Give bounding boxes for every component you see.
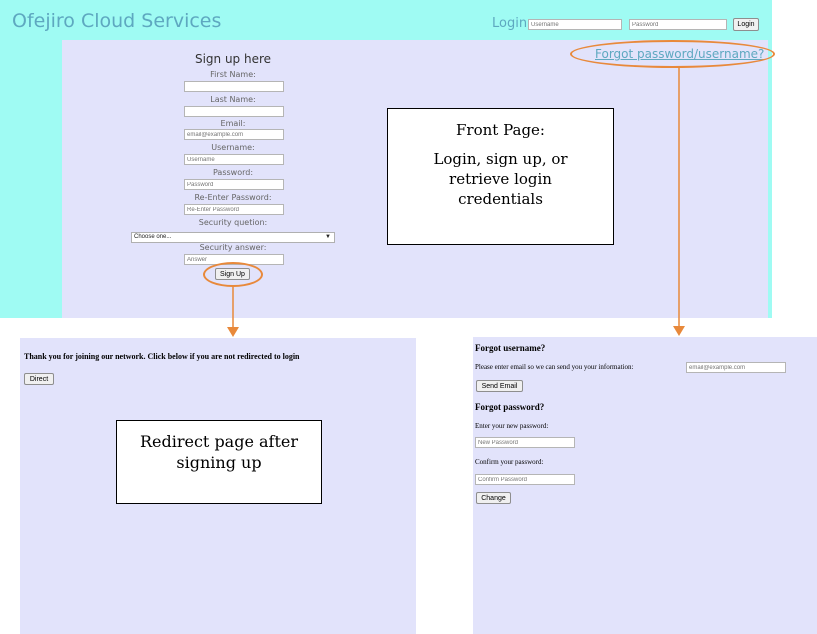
- confirm-password-input[interactable]: [475, 474, 575, 485]
- forgot-password-heading: Forgot password?: [475, 402, 545, 412]
- security-question-value: Choose one...: [134, 234, 172, 240]
- login-password-input[interactable]: [629, 19, 727, 30]
- redirect-callout: Redirect page after signing up: [116, 420, 322, 504]
- login-button[interactable]: Login: [733, 18, 759, 31]
- signup-username-input[interactable]: [184, 154, 284, 165]
- signup-password-input[interactable]: [184, 179, 284, 190]
- redirect-callout-text: Redirect page after signing up: [139, 432, 299, 472]
- dropdown-arrow-icon: ▼: [325, 234, 331, 240]
- change-password-button[interactable]: Change: [476, 492, 511, 504]
- login-label: Login:: [492, 16, 532, 31]
- email-label: Email:: [220, 119, 246, 128]
- redirect-message: Thank you for joining our network. Click…: [24, 352, 300, 361]
- email-prompt: Please enter email so we can send you yo…: [475, 363, 634, 371]
- send-email-button[interactable]: Send Email: [476, 380, 523, 392]
- confirm-password-label: Confirm your password:: [475, 458, 544, 466]
- front-page-callout: Front Page: Login, sign up, or retrieve …: [387, 108, 614, 245]
- site-title: Ofejiro Cloud Services: [12, 10, 222, 32]
- new-password-label: Enter your new password:: [475, 422, 549, 430]
- new-password-input[interactable]: [475, 437, 575, 448]
- recovery-email-input[interactable]: [686, 362, 786, 373]
- security-answer-label: Security answer:: [199, 243, 267, 252]
- forgot-arrow-head: [673, 326, 685, 336]
- signup-arrow-head: [227, 327, 239, 337]
- signup-button-highlight: [203, 262, 263, 287]
- username-label: Username:: [211, 143, 255, 152]
- forgot-link-highlight: [570, 40, 775, 68]
- security-question-select[interactable]: Choose one... ▼: [131, 232, 335, 243]
- last-name-label: Last Name:: [210, 95, 256, 104]
- signup-email-input[interactable]: [184, 129, 284, 140]
- forgot-credentials-panel: [473, 337, 817, 634]
- direct-button[interactable]: Direct: [24, 373, 54, 385]
- security-question-label: Security quetion:: [198, 218, 268, 227]
- reenter-password-input[interactable]: [184, 204, 284, 215]
- reenter-password-label: Re-Enter Password:: [194, 193, 272, 202]
- front-page-callout-text: Login, sign up, or retrieve login creden…: [433, 150, 568, 208]
- last-name-input[interactable]: [184, 106, 284, 117]
- login-username-input[interactable]: [528, 19, 622, 30]
- first-name-label: First Name:: [210, 70, 256, 79]
- front-page-callout-title: Front Page:: [456, 121, 545, 139]
- first-name-input[interactable]: [184, 81, 284, 92]
- forgot-username-heading: Forgot username?: [475, 343, 546, 353]
- password-label: Password:: [212, 168, 254, 177]
- signup-title: Sign up here: [194, 52, 272, 66]
